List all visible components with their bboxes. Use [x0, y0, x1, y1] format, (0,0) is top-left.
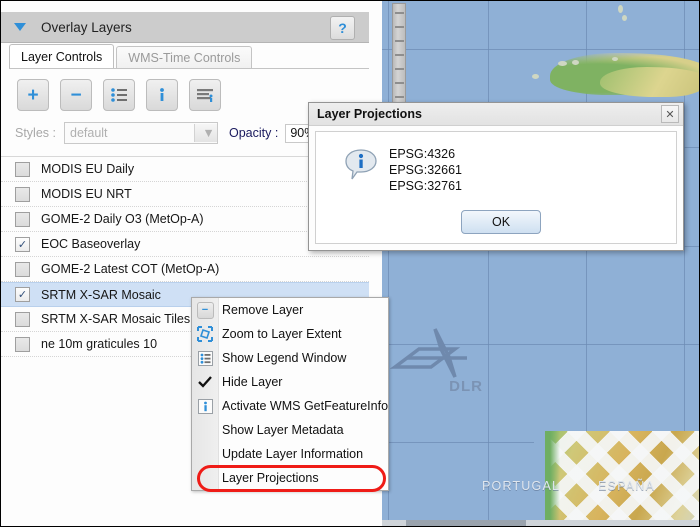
ok-button[interactable]: OK — [461, 210, 541, 234]
layer-info-button[interactable] — [146, 79, 178, 111]
epsg-list: EPSG:4326 EPSG:32661 EPSG:32761 — [389, 146, 462, 194]
close-icon[interactable]: ✕ — [661, 105, 679, 123]
tab-underline — [9, 68, 369, 69]
info-icon — [192, 394, 218, 418]
menu-item-label: Remove Layer — [222, 303, 304, 317]
map-label-espana: ESPAÑA — [598, 479, 655, 493]
checkmark-icon — [192, 370, 218, 394]
layer-list-button[interactable] — [103, 79, 135, 111]
layer-checkbox[interactable]: ✓ — [15, 186, 30, 202]
legend-list-icon — [192, 346, 218, 370]
menu-item-label: Show Legend Window — [222, 351, 347, 365]
menu-item-show-layer-metadata[interactable]: Show Layer Metadata — [192, 418, 388, 442]
dialog-title: Layer Projections — [317, 107, 422, 121]
layer-checkbox[interactable]: ✓ — [15, 261, 30, 277]
map-island — [622, 15, 627, 21]
dialog-titlebar: Layer Projections ✕ — [309, 103, 683, 126]
menu-item-label: Show Layer Metadata — [222, 423, 344, 437]
menu-icon-empty — [192, 442, 218, 466]
graticule-line — [382, 49, 699, 50]
layer-checkbox[interactable]: ✓ — [15, 236, 30, 252]
panel-title: Overlay Layers — [41, 19, 132, 35]
help-button[interactable]: ? — [330, 16, 355, 40]
menu-item-zoom-to-layer-extent[interactable]: Zoom to Layer Extent — [192, 322, 388, 346]
dlr-watermark: DLR — [389, 327, 485, 395]
minus-icon: − — [70, 84, 82, 106]
menu-item-label: Hide Layer — [222, 375, 283, 389]
map-island — [532, 74, 539, 79]
layer-context-menu: − Remove Layer Zoom to Layer Extent Show… — [191, 297, 389, 491]
layer-checkbox[interactable]: ✓ — [15, 287, 30, 302]
map-horizontal-scrollbar[interactable] — [382, 520, 699, 526]
layer-label: GOME-2 Daily O3 (MetOp-A) — [41, 212, 204, 226]
layer-toolbar: + − — [17, 79, 221, 111]
map-landmass — [600, 67, 699, 97]
menu-item-show-legend-window[interactable]: Show Legend Window — [192, 346, 388, 370]
epsg-line: EPSG:32661 — [389, 163, 462, 177]
minus-button-icon: − — [192, 298, 218, 322]
info-balloon-icon — [344, 148, 378, 180]
epsg-line: EPSG:4326 — [389, 147, 456, 161]
zoom-extent-icon — [192, 322, 218, 346]
info-icon — [160, 88, 164, 101]
chevron-down-icon[interactable]: ▼ — [194, 124, 217, 142]
layer-label: ne 10m graticules 10 — [41, 337, 158, 351]
styles-label: Styles : — [15, 126, 56, 140]
remove-layer-button[interactable]: − — [60, 79, 92, 111]
menu-icon-empty — [192, 466, 218, 490]
map-canvas[interactable]: PORTUGAL ESPAÑA DLR — [382, 1, 699, 526]
plus-icon: + — [27, 84, 39, 106]
menu-item-label: Zoom to Layer Extent — [222, 327, 342, 341]
map-island — [558, 61, 567, 66]
map-label-portugal: PORTUGAL — [482, 479, 561, 493]
menu-item-remove-layer[interactable]: − Remove Layer — [192, 298, 388, 322]
layer-checkbox[interactable]: ✓ — [15, 311, 30, 327]
triangle-down-icon[interactable] — [14, 23, 26, 31]
map-island — [572, 60, 579, 65]
menu-item-hide-layer[interactable]: Hide Layer — [192, 370, 388, 394]
tab-wms-time-controls[interactable]: WMS-Time Controls — [116, 46, 253, 69]
map-island — [612, 57, 618, 61]
highlight-annotation — [197, 465, 386, 492]
layer-label: SRTM X-SAR Mosaic — [41, 287, 161, 302]
map-scrollbar-thumb[interactable] — [406, 520, 526, 526]
layer-label: MODIS EU NRT — [41, 187, 132, 201]
layer-label: SRTM X-SAR Mosaic Tiles — [41, 312, 191, 326]
layer-checkbox[interactable]: ✓ — [15, 161, 30, 177]
add-layer-button[interactable]: + — [17, 79, 49, 111]
layer-checkbox[interactable]: ✓ — [15, 336, 30, 352]
menu-item-update-layer-information[interactable]: Update Layer Information — [192, 442, 388, 466]
map-island — [618, 5, 623, 13]
menu-icon-empty — [192, 418, 218, 442]
tab-bar: Layer Controls WMS-Time Controls — [9, 44, 254, 69]
dialog-body: EPSG:4326 EPSG:32661 EPSG:32761 OK — [315, 131, 677, 244]
layer-label: MODIS EU Daily — [41, 162, 135, 176]
lines-info-icon — [197, 89, 213, 102]
menu-item-label: Update Layer Information — [222, 447, 364, 461]
dlr-watermark-text: DLR — [449, 378, 483, 395]
layer-metadata-button[interactable] — [189, 79, 221, 111]
layer-label: GOME-2 Latest COT (MetOp-A) — [41, 262, 220, 276]
menu-item-activate-wms-getfeatureinfo[interactable]: Activate WMS GetFeatureInfo — [192, 394, 388, 418]
menu-item-label: Activate WMS GetFeatureInfo — [222, 399, 389, 413]
app-window: PORTUGAL ESPAÑA DLR Overlay Layers ? Lay… — [0, 0, 700, 527]
opacity-label: Opacity : — [229, 126, 279, 140]
layer-label: EOC Baseoverlay — [41, 237, 141, 251]
layer-projections-dialog: Layer Projections ✕ EPSG:4326 EPSG:32661… — [308, 102, 684, 251]
styles-value: default — [70, 126, 108, 140]
map-zoom-slider[interactable] — [392, 3, 406, 103]
graticule-line — [488, 1, 489, 526]
panel-header: Overlay Layers ? — [1, 12, 369, 43]
styles-select[interactable]: default ▼ — [64, 122, 218, 144]
list-icon — [111, 88, 127, 102]
layer-checkbox[interactable]: ✓ — [15, 211, 30, 227]
tab-layer-controls[interactable]: Layer Controls — [9, 44, 115, 69]
epsg-line: EPSG:32761 — [389, 179, 462, 193]
layer-row-gome2-latest-cot[interactable]: ✓ GOME-2 Latest COT (MetOp-A) — [1, 257, 369, 282]
